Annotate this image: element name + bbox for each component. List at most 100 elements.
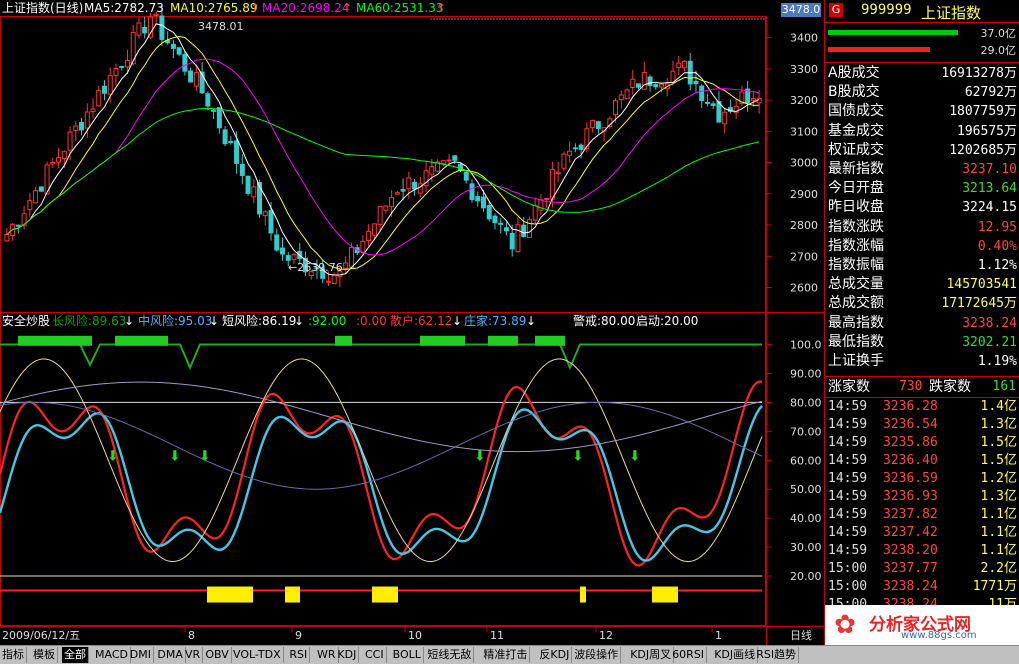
- stat-value: 1807759万: [949, 104, 1017, 120]
- tab-RSI[interactable]: RSI: [287, 647, 311, 663]
- buy-arrow-icon: ⬇: [107, 448, 119, 464]
- tick-time: 14:59: [828, 489, 868, 504]
- fall-label: 跌家数: [929, 379, 971, 395]
- candle-body: [280, 247, 286, 255]
- tab-短线无敌[interactable]: 短线无敌: [425, 647, 475, 663]
- tick-volume: 2.2亿: [980, 561, 1017, 576]
- price-tick-label: 3300: [790, 63, 818, 76]
- flag-badge[interactable]: G: [829, 3, 843, 17]
- candle-body: [595, 121, 601, 129]
- candle-body: [613, 100, 619, 116]
- flower-icon: ✿: [834, 610, 856, 640]
- tick-price: 3238.20: [883, 543, 938, 558]
- stock-code: 999999: [861, 2, 912, 18]
- tab-DMI[interactable]: DMI: [128, 647, 155, 663]
- tab-VOL-TDX[interactable]: VOL-TDX: [231, 647, 284, 663]
- stat-value: 3213.64: [962, 181, 1017, 197]
- tab-模板[interactable]: 模板: [31, 647, 58, 663]
- tab-KDJ画线[interactable]: KDJ画线: [712, 647, 759, 663]
- tab-KDJ周叉[interactable]: KDJ周叉: [628, 647, 675, 663]
- candle-body: [136, 22, 142, 36]
- candle-body: [170, 43, 176, 49]
- stat-label: 指数涨跌: [828, 218, 884, 235]
- candle-body: [400, 189, 406, 192]
- candle-body: [521, 224, 527, 237]
- candle-body: [33, 190, 39, 204]
- stat-label: 总成交量: [828, 276, 884, 293]
- tab-波段操作[interactable]: 波段操作: [572, 647, 622, 663]
- candle-body: [251, 186, 257, 198]
- buy-volume-label: 37.0亿: [980, 27, 1017, 40]
- stat-row: 上证换手 1.19%: [825, 352, 1019, 371]
- price-tick-label: 2700: [790, 250, 818, 263]
- tab-BOLL[interactable]: BOLL: [391, 647, 424, 663]
- stat-label: 指数振幅: [828, 257, 884, 273]
- candle-body: [268, 210, 274, 234]
- tick-volume: 1.1亿: [980, 525, 1017, 540]
- ma20-arrow: ↑: [342, 1, 353, 15]
- candle-body: [84, 111, 90, 129]
- candle-body: [61, 151, 67, 159]
- candle-body: [331, 274, 337, 285]
- price-tick-label: 2800: [790, 219, 818, 232]
- candle-body: [343, 262, 349, 269]
- sell-volume-bar: [828, 47, 930, 52]
- retail-label: 散户:62.12: [390, 314, 453, 328]
- ind-tick-label: 100.0: [790, 338, 822, 351]
- month-label: 1: [715, 629, 722, 642]
- long-risk-curve: [0, 381, 763, 453]
- candle-body: [113, 68, 119, 77]
- stat-row: 今日开盘 3213.64: [825, 179, 1019, 198]
- tick-row: 14:59 3236.40 1.5亿: [825, 452, 1019, 470]
- tab-MACD[interactable]: MACD: [93, 647, 131, 663]
- stat-row: 最高指数 3238.24: [825, 314, 1019, 333]
- ind-tick-label: 20.00: [790, 570, 822, 583]
- ind-tick-label: 70.00: [790, 425, 822, 438]
- ma60-arrow: ↑: [436, 1, 447, 15]
- stat-value: 196575万: [957, 123, 1017, 139]
- chart-area[interactable]: 3400 3300 3200 3100 3000 2900 2800 2700 2600 3478…: [0, 0, 824, 645]
- candle-body: [67, 131, 73, 151]
- candle-body: [205, 93, 211, 107]
- long-risk-arrow: ↓: [124, 314, 135, 328]
- buy-arrow-icon: ⬇: [169, 448, 181, 464]
- candle-body: [119, 65, 125, 68]
- candle-body: [440, 160, 446, 165]
- alert-label: 警戒:80.00: [573, 314, 636, 328]
- stat-label: 最高指数: [828, 314, 884, 331]
- month-label: 9: [295, 629, 302, 642]
- candle-body: [222, 129, 228, 145]
- stat-row: 昨日收盘 3224.15: [825, 198, 1019, 217]
- tab-VR[interactable]: VR: [183, 647, 204, 663]
- tab-RSI趋势[interactable]: RSI趋势: [754, 647, 800, 663]
- tick-price: 3236.93: [883, 489, 938, 504]
- tick-row: 14:59 3237.82 1.1亿: [825, 506, 1019, 524]
- dealer-label: 庄家:73.89: [464, 314, 527, 328]
- candle-body: [509, 232, 515, 250]
- ma10-arrow: ↑: [250, 1, 261, 15]
- stat-row: 总成交量 145703541: [825, 275, 1019, 294]
- tab-全部[interactable]: 全部: [62, 647, 89, 663]
- tab-DMA[interactable]: DMA: [155, 647, 186, 663]
- candle-body: [291, 253, 297, 261]
- buy-arrow-icon: ⬇: [474, 448, 486, 464]
- indicator-name: 安全炒股: [2, 314, 51, 328]
- tab-精准打击[interactable]: 精准打击: [481, 647, 531, 663]
- tab-KDJ[interactable]: KDJ: [335, 647, 360, 663]
- ma5-label: MA5:2782.73: [84, 1, 164, 15]
- stat-label: 今日开盘: [828, 180, 884, 197]
- tab-CCI[interactable]: CCI: [363, 647, 387, 663]
- tab-指标[interactable]: 指标: [0, 647, 27, 663]
- stat-label: 基金成交: [828, 122, 884, 139]
- tab-OBV[interactable]: OBV: [203, 647, 232, 663]
- tab-反KDJ[interactable]: 反KDJ: [537, 647, 573, 663]
- candle-body: [549, 169, 555, 200]
- candle-body: [234, 140, 240, 164]
- stat-row: 总成交额 17172645万: [825, 294, 1019, 313]
- candle-body: [676, 62, 682, 69]
- tick-row: 15:00 3238.24 1771万: [825, 578, 1019, 596]
- month-label: 12: [599, 629, 613, 642]
- candle-body: [389, 197, 395, 208]
- tab-60RSI[interactable]: 60RSI: [670, 647, 708, 663]
- stat-row: B股成交 62792万: [825, 83, 1019, 102]
